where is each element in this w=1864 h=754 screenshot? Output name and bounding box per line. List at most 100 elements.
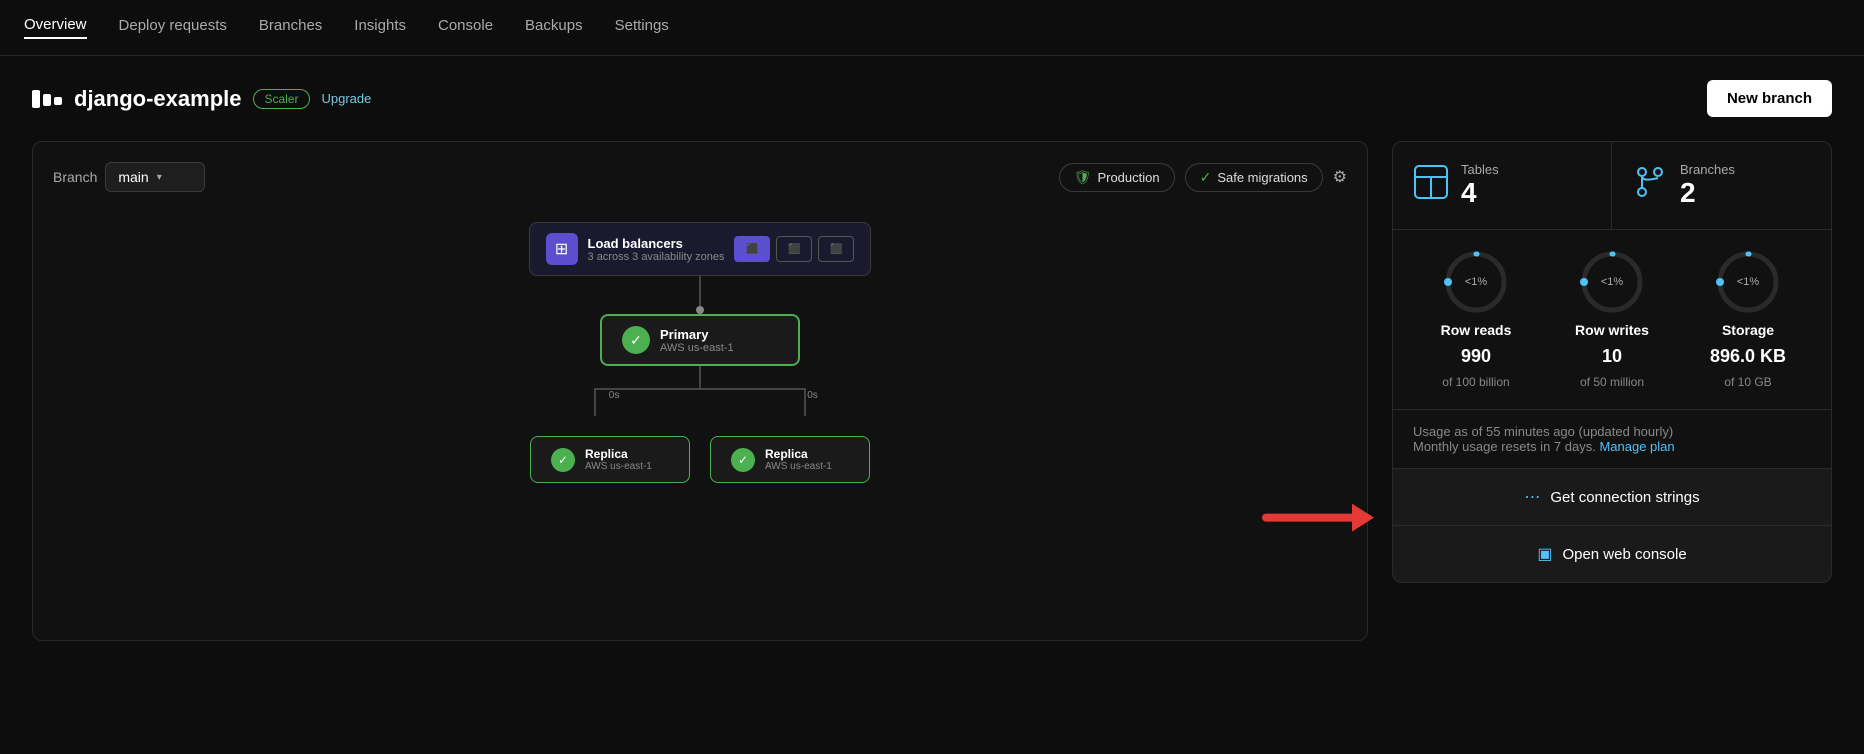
web-console-label: Open web console [1562,546,1686,563]
replica-1-title: Replica [585,447,652,461]
usage-stats: <1% Row reads 990 of 100 billion <1% Row… [1392,230,1832,410]
header: django-example Scaler Upgrade New branch [0,56,1864,141]
app-logo-icon [32,90,62,108]
tables-value: 4 [1461,177,1499,209]
branches-value: 2 [1680,177,1735,209]
row-writes-pct: <1% [1601,276,1623,288]
chevron-down-icon: ▾ [157,172,162,183]
arrow-shaft [1262,514,1352,522]
storage-of: of 10 GB [1724,375,1771,389]
primary-title: Primary [660,327,734,342]
replicas-row: ✓ Replica AWS us-east-1 ✓ Replica AWS us… [530,436,870,483]
connector-lb-primary [699,276,701,306]
v-connector-top [699,366,701,388]
new-branch-button[interactable]: New branch [1707,80,1832,117]
row-writes-gauge: <1% [1580,250,1644,314]
v-connector-right [804,388,806,416]
tables-icon [1413,164,1449,207]
topology-diagram: ⊞ Load balancers 3 across 3 availability… [53,222,1347,483]
lb-btn-3[interactable]: ⬛ [818,236,854,262]
replica-2-title: Replica [765,447,832,461]
replica-2-icon: ✓ [731,448,755,472]
production-label: Production [1097,170,1159,185]
branch-status: 🛡 Production ✓ Safe migrations ⚙ [1059,163,1347,192]
replica-box-1: ✓ Replica AWS us-east-1 [530,436,690,483]
row-reads-label: Row reads [1441,322,1512,338]
latency-label-right: 0s [807,390,818,401]
scaler-badge[interactable]: Scaler [253,89,309,109]
branch-bar: Branch main ▾ 🛡 Production ✓ Safe migrat… [53,162,1347,192]
production-shield-icon: 🛡 [1074,169,1092,186]
latency-label-left: 0s [609,390,620,401]
nav-item-branches[interactable]: Branches [259,17,322,38]
lb-buttons: ⬛ ⬛ ⬛ [734,236,854,262]
main-content: Branch main ▾ 🛡 Production ✓ Safe migrat… [0,141,1864,673]
production-pill: 🛡 Production [1059,163,1175,192]
tables-stat-card: Tables 4 [1393,142,1612,229]
usage-updated-suffix: (updated hourly) [1579,424,1674,439]
usage-footer: Usage as of 55 minutes ago (updated hour… [1392,410,1832,469]
header-left: django-example Scaler Upgrade [32,86,371,112]
nav-item-insights[interactable]: Insights [354,17,406,38]
tables-stat-info: Tables 4 [1461,162,1499,209]
branch-dropdown[interactable]: main ▾ [105,162,205,192]
storage-gauge: <1% [1716,250,1780,314]
branches-stat-info: Branches 2 [1680,162,1735,209]
connection-strings-icon: ⋯ [1524,487,1540,507]
load-balancer-text: Load balancers 3 across 3 availability z… [588,236,725,263]
row-reads-pct: <1% [1465,276,1487,288]
branch-dropdown-value: main [118,169,148,185]
h-connector-bar [594,388,807,390]
row-writes-item: <1% Row writes 10 of 50 million [1549,250,1675,389]
open-web-console-button[interactable]: ▣ Open web console [1392,526,1832,583]
nav-bar: Overview Deploy requests Branches Insigh… [0,0,1864,56]
replica-1-text: Replica AWS us-east-1 [585,447,652,472]
branch-panel: Branch main ▾ 🛡 Production ✓ Safe migrat… [32,141,1368,641]
row-writes-label: Row writes [1575,322,1649,338]
nav-item-console[interactable]: Console [438,17,493,38]
upgrade-link[interactable]: Upgrade [322,91,372,106]
manage-plan-link[interactable]: Manage plan [1599,439,1674,454]
row-writes-value: 10 [1602,346,1622,367]
replica-2-region: AWS us-east-1 [765,461,832,472]
branch-selector: Branch main ▾ [53,162,205,192]
lb-btn-1[interactable]: ⬛ [734,236,770,262]
connection-strings-label: Get connection strings [1550,489,1699,506]
branches-label: Branches [1680,162,1735,177]
primary-status-icon: ✓ [622,326,650,354]
replica-2-text: Replica AWS us-east-1 [765,447,832,472]
storage-label: Storage [1722,322,1774,338]
red-arrow [1262,504,1374,532]
lb-subtitle: 3 across 3 availability zones [588,251,725,263]
v-connector-left [594,388,596,416]
primary-box: ✓ Primary AWS us-east-1 [600,314,800,366]
row-reads-item: <1% Row reads 990 of 100 billion [1413,250,1539,389]
app-title: django-example [74,86,241,112]
replica-connector-area: 0s 0s [510,366,890,436]
row-reads-gauge: <1% [1444,250,1508,314]
safe-migrations-check-icon: ✓ [1200,169,1212,186]
replica-box-2: ✓ Replica AWS us-east-1 [710,436,870,483]
safe-migrations-label: Safe migrations [1217,170,1307,185]
right-panel: Tables 4 Branches 2 [1392,141,1832,641]
lb-title: Load balancers [588,236,725,251]
nav-item-backups[interactable]: Backups [525,17,583,38]
storage-value: 896.0 KB [1710,346,1786,367]
arrow-head [1352,504,1374,532]
nav-item-settings[interactable]: Settings [615,17,669,38]
storage-item: <1% Storage 896.0 KB of 10 GB [1685,250,1811,389]
tables-label: Tables [1461,162,1499,177]
primary-region: AWS us-east-1 [660,342,734,354]
lb-btn-2[interactable]: ⬛ [776,236,812,262]
usage-updated-text: Usage as of 55 minutes ago [1413,424,1575,439]
branch-text-label: Branch [53,169,97,185]
action-buttons-area: ⋯ Get connection strings ▣ Open web cons… [1392,469,1832,583]
stats-top: Tables 4 Branches 2 [1392,141,1832,230]
row-reads-value: 990 [1461,346,1491,367]
get-connection-strings-button[interactable]: ⋯ Get connection strings [1392,469,1832,526]
branches-icon [1632,164,1668,207]
nav-item-overview[interactable]: Overview [24,16,87,39]
row-reads-of: of 100 billion [1442,375,1509,389]
nav-item-deploy-requests[interactable]: Deploy requests [119,17,227,38]
gear-icon[interactable]: ⚙ [1333,167,1347,187]
